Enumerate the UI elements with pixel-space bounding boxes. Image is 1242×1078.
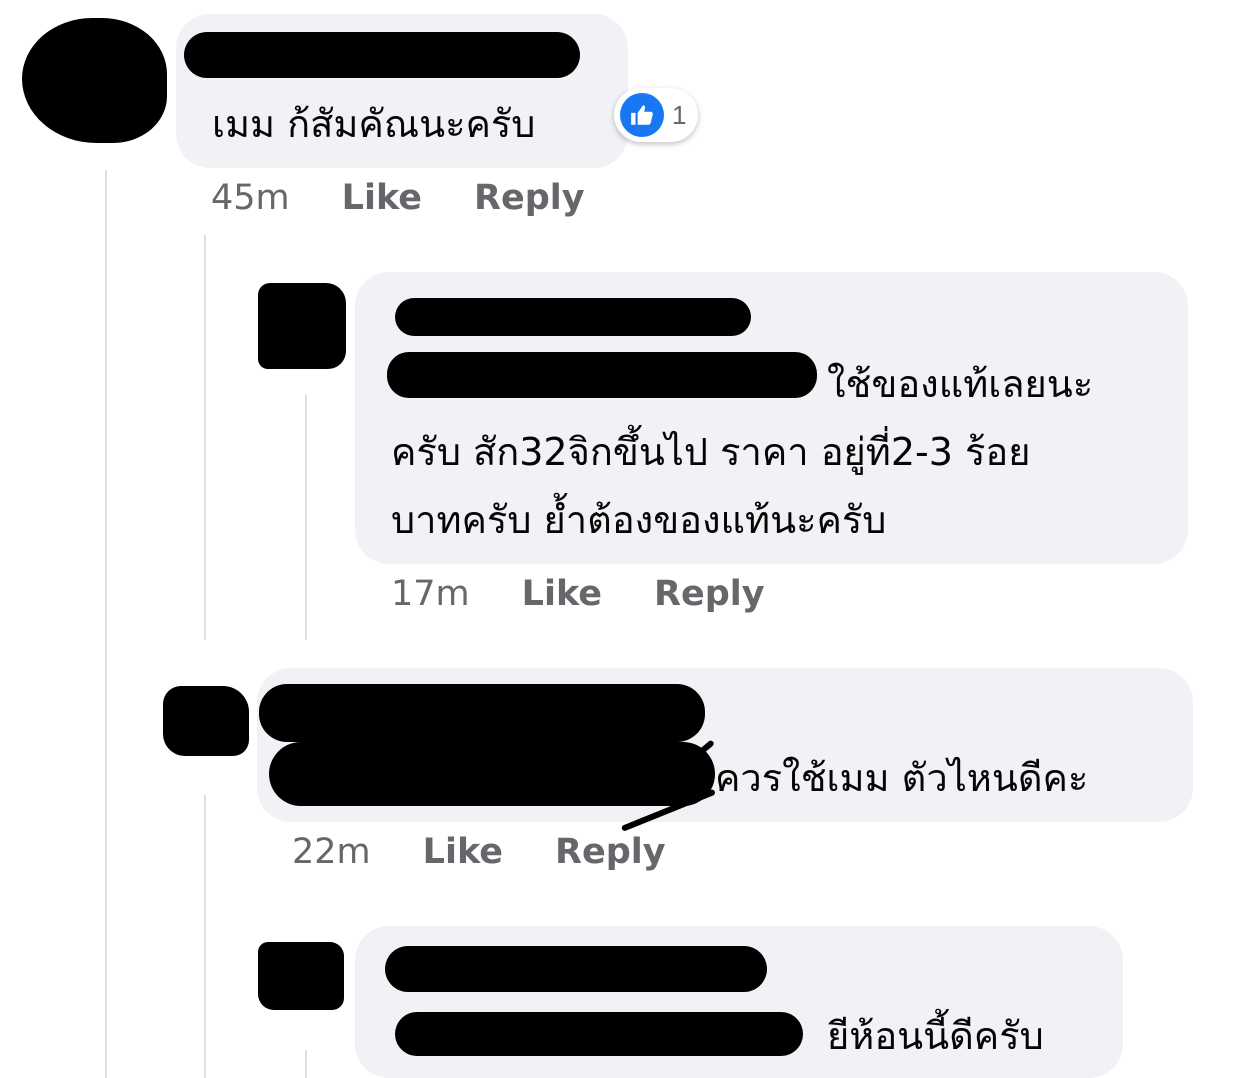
comment-actions: 22m Like Reply (292, 832, 666, 872)
comment-text-line: บาทครับ ย้ำต้องของแท้นะครับ (391, 498, 887, 542)
redacted-mention[interactable] (269, 742, 715, 806)
thread-line-replies (204, 235, 206, 640)
comment-text: ยีห้อนนี้ดีครับ (827, 1014, 1044, 1058)
comment-bubble: ใช้ของแท้เลยนะ ครับ สัก32จิกขึ้นไป ราคา … (355, 272, 1188, 564)
avatar[interactable] (258, 283, 346, 369)
comment-bubble: ควรใช้เมม ตัวไหนดีคะ (257, 668, 1193, 822)
redacted-author-name[interactable] (385, 946, 767, 992)
reply-button[interactable]: Reply (654, 574, 765, 614)
like-button[interactable]: Like (522, 574, 602, 614)
avatar[interactable] (22, 18, 167, 143)
avatar[interactable] (258, 942, 344, 1010)
comment-actions: 45m Like Reply (211, 178, 585, 218)
thread-line-replies-lower (204, 795, 206, 1078)
reaction-badge[interactable]: 1 (614, 88, 699, 142)
timestamp[interactable]: 17m (391, 574, 470, 614)
comment-bubble: เมม ก้สัมคัณนะครับ (176, 14, 628, 168)
thread-line-nested-lower (305, 1050, 307, 1078)
timestamp[interactable]: 22m (292, 832, 371, 872)
timestamp[interactable]: 45m (211, 178, 290, 218)
comment-text: ควรใช้เมม ตัวไหนดีคะ (715, 756, 1089, 800)
thumbs-up-icon (620, 93, 664, 137)
comment-text-line: ใช้ของแท้เลยนะ (827, 362, 1094, 406)
redacted-author-name[interactable] (184, 32, 580, 78)
like-button[interactable]: Like (423, 832, 503, 872)
redacted-author-name[interactable] (395, 298, 751, 336)
reaction-count: 1 (672, 99, 687, 130)
like-button[interactable]: Like (342, 178, 422, 218)
comment-text-line: ครับ สัก32จิกขึ้นไป ราคา อยู่ที่2-3 ร้อย (391, 430, 1031, 474)
thread-line-main (105, 170, 107, 1078)
comment-text: เมม ก้สัมคัณนะครับ (212, 102, 536, 146)
reply-button[interactable]: Reply (555, 832, 666, 872)
thread-line-nested (305, 395, 307, 640)
comment-bubble: ยีห้อนนี้ดีครับ (355, 926, 1123, 1078)
reply-button[interactable]: Reply (474, 178, 585, 218)
redacted-author-name[interactable] (259, 684, 705, 742)
redacted-mention[interactable] (387, 352, 817, 398)
redacted-mention[interactable] (395, 1012, 803, 1056)
avatar[interactable] (163, 686, 249, 756)
comment-actions: 17m Like Reply (391, 574, 765, 614)
